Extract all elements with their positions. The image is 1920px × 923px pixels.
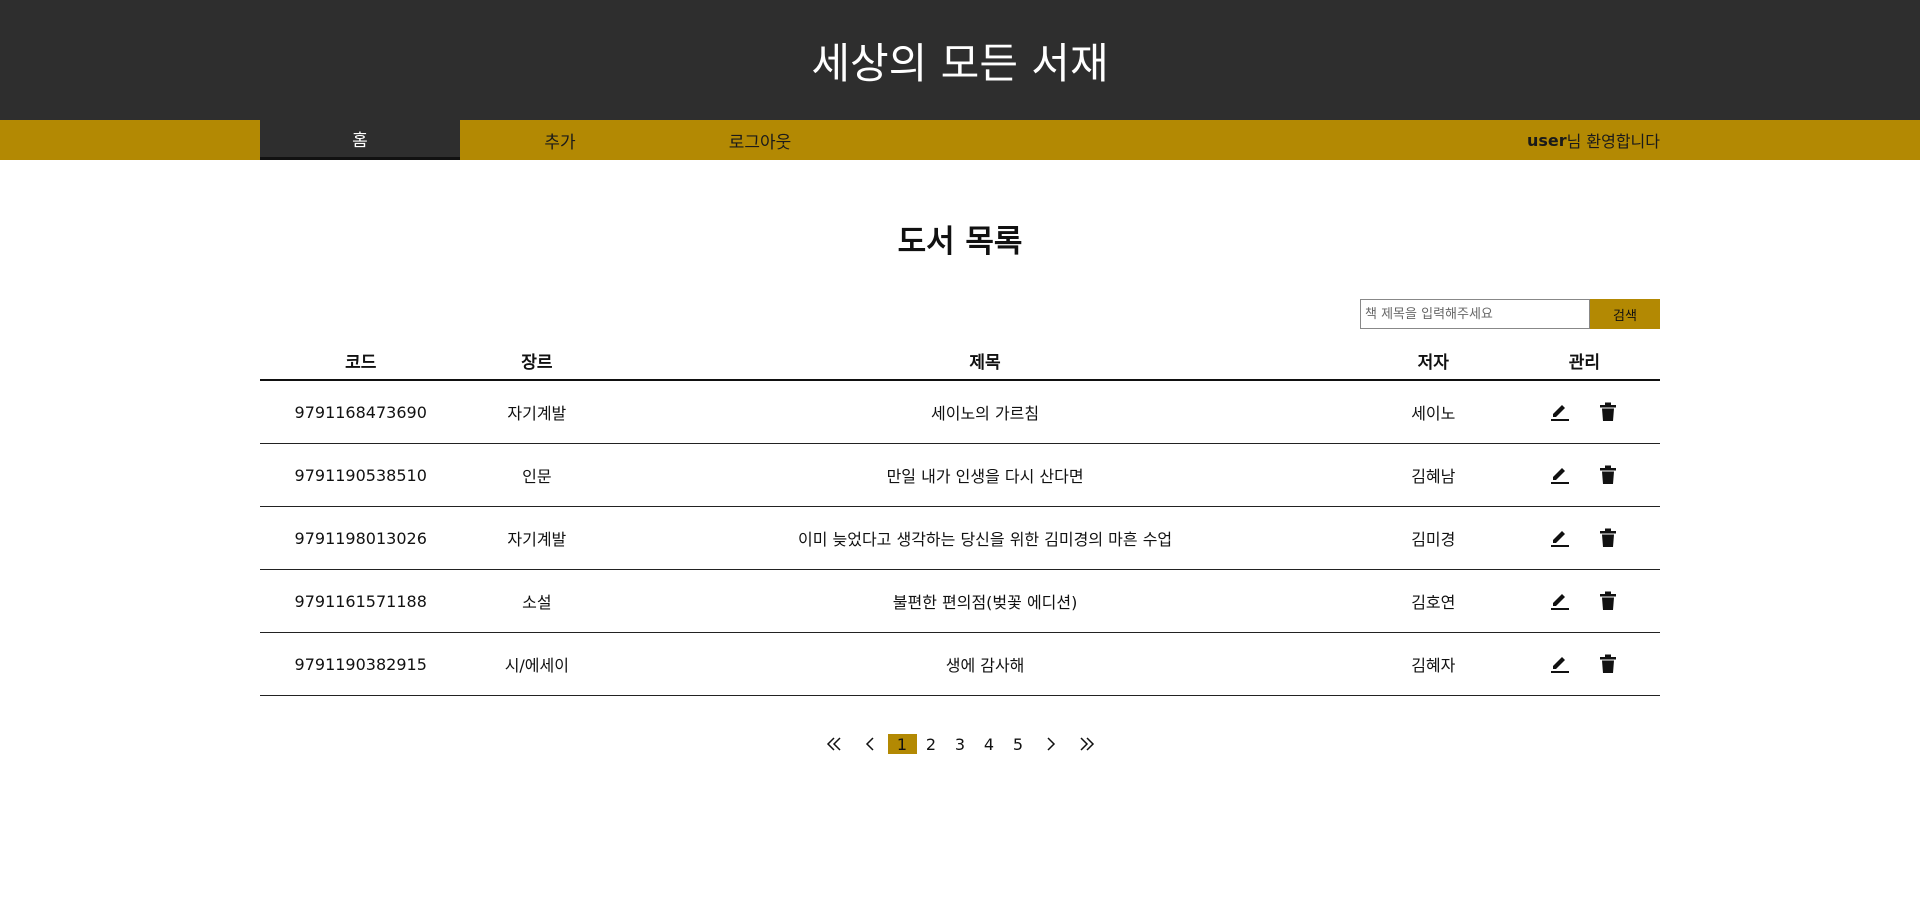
table-row: 9791190382915 시/에세이 생에 감사해 김혜자 [260,632,1660,696]
page-1[interactable]: 1 [887,734,917,754]
prev-page-icon[interactable] [852,734,888,754]
header-manage: 관리 [1508,341,1660,381]
cell-manage [1508,443,1660,507]
table-row: 9791161571188 소설 불편한 편의점(벚꽃 에디션) 김호연 [260,569,1660,633]
header-title: 제목 [612,341,1358,381]
cell-manage [1508,632,1660,696]
trash-icon[interactable] [1597,527,1619,549]
next-page-icon[interactable] [1033,734,1069,754]
cell-genre: 인문 [461,443,613,507]
cell-genre: 자기계발 [461,380,613,444]
page-5[interactable]: 5 [1004,734,1033,754]
edit-icon[interactable] [1549,590,1571,612]
page-3[interactable]: 3 [946,734,975,754]
cell-code: 9791190538510 [260,443,462,507]
nav-logout[interactable]: 로그아웃 [660,120,860,160]
page-4[interactable]: 4 [975,734,1004,754]
cell-genre: 자기계발 [461,506,613,570]
cell-title: 이미 늦었다고 생각하는 당신을 위한 김미경의 마흔 수업 [612,506,1358,570]
cell-author: 김미경 [1357,506,1509,570]
cell-title: 생에 감사해 [612,632,1358,696]
welcome-suffix: 님 환영합니다 [1566,132,1660,151]
page-title: 도서 목록 [897,224,1023,260]
edit-icon[interactable] [1549,464,1571,486]
site-title: 세상의 모든 서재 [811,38,1109,88]
book-table: 코드 장르 제목 저자 관리 9791168473690 자기계발 세이노의 가르침… [260,341,1660,696]
row-actions [1510,571,1659,631]
cell-author: 김호연 [1357,569,1509,633]
cell-genre: 시/에세이 [461,632,613,696]
row-actions [1510,634,1659,694]
header-genre: 장르 [461,341,613,381]
cell-title: 불편한 편의점(벚꽃 에디션) [612,569,1358,633]
site-header: 세상의 모든 서재 [0,0,1920,120]
table-row: 9791168473690 자기계발 세이노의 가르침 세이노 [260,380,1660,444]
cell-code: 9791190382915 [260,632,462,696]
search-bar: 검색 [260,299,1660,329]
cell-author: 김혜남 [1357,443,1509,507]
edit-icon[interactable] [1549,401,1571,423]
cell-author: 세이노 [1357,380,1509,444]
page-2[interactable]: 2 [917,734,946,754]
cell-manage [1508,380,1660,444]
username: user [1526,130,1567,150]
cell-title: 만일 내가 인생을 다시 산다면 [612,443,1358,507]
row-actions [1510,508,1659,568]
header-code: 코드 [260,341,462,381]
main-content: 도서 목록 검색 코드 장르 제목 저자 관리 9791168473690자기계… [260,216,1660,754]
cell-code: 9791198013026 [260,506,462,570]
nav-home[interactable]: 홈 [260,120,460,160]
trash-icon[interactable] [1597,401,1619,423]
cell-title: 세이노의 가르침 [612,380,1358,444]
edit-icon[interactable] [1549,527,1571,549]
navbar: 홈 추가 로그아웃 user 님 환영합니다 [0,120,1920,160]
table-row: 9791190538510 인문 만일 내가 인생을 다시 산다면 김혜남 [260,443,1660,507]
cell-manage [1508,506,1660,570]
trash-icon[interactable] [1597,464,1619,486]
table-header-row: 코드 장르 제목 저자 관리 [260,341,1660,381]
row-actions [1510,445,1659,505]
first-page-icon[interactable] [816,734,852,754]
row-actions [1510,382,1659,442]
welcome-message: user 님 환영합니다 [1527,120,1660,160]
nav-add[interactable]: 추가 [460,120,660,160]
cell-author: 김혜자 [1357,632,1509,696]
nav-inner: 홈 추가 로그아웃 user 님 환영합니다 [260,120,1660,160]
cell-code: 9791168473690 [260,380,462,444]
cell-code: 9791161571188 [260,569,462,633]
last-page-icon[interactable] [1069,734,1105,754]
cell-genre: 소설 [461,569,613,633]
pagination: 1 2 3 4 5 [260,734,1660,754]
table-row: 9791198013026 자기계발 이미 늦었다고 생각하는 당신을 위한 김미경… [260,506,1660,570]
trash-icon[interactable] [1597,653,1619,675]
edit-icon[interactable] [1549,653,1571,675]
cell-manage [1508,569,1660,633]
search-input[interactable] [1360,299,1590,329]
table-body: 9791168473690 자기계발 세이노의 가르침 세이노 979119053851… [260,380,1660,696]
header-author: 저자 [1357,341,1509,381]
search-button[interactable]: 검색 [1590,299,1660,329]
trash-icon[interactable] [1597,590,1619,612]
